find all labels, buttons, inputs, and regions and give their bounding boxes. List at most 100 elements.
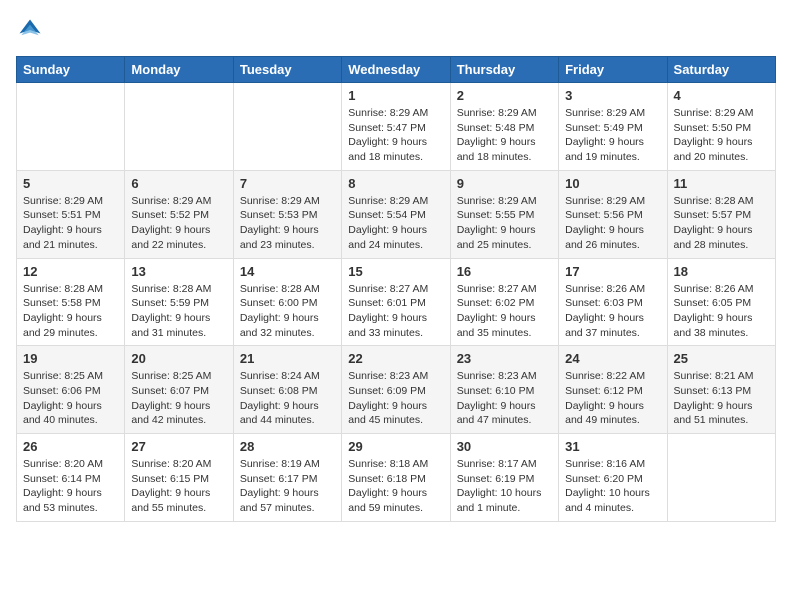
day-cell: 28Sunrise: 8:19 AM Sunset: 6:17 PM Dayli… (233, 434, 341, 522)
day-info: Sunrise: 8:27 AM Sunset: 6:02 PM Dayligh… (457, 282, 552, 341)
day-number: 28 (240, 439, 335, 454)
day-cell: 22 Sunrise: 8:23 AM Sunset: 6:09 PM Dayli… (342, 346, 450, 434)
logo (16, 16, 48, 44)
day-cell: 24Sunrise: 8:22 AM Sunset: 6:12 PM Dayli… (559, 346, 667, 434)
day-cell: 27 Sunrise: 8:20 AM Sunset: 6:15 PM Dayli… (125, 434, 233, 522)
day-number: 27 (131, 439, 226, 454)
day-cell: 30Sunrise: 8:17 AM Sunset: 6:19 PM Dayli… (450, 434, 558, 522)
day-cell: 26 Sunrise: 8:20 AM Sunset: 6:14 PM Dayli… (17, 434, 125, 522)
day-number: 14 (240, 264, 335, 279)
week-row-2: 5 Sunrise: 8:29 AM Sunset: 5:51 PM Daylig… (17, 170, 776, 258)
logo-icon (16, 16, 44, 44)
day-cell: 6 Sunrise: 8:29 AM Sunset: 5:52 PM Daylig… (125, 170, 233, 258)
day-number: 8 (348, 176, 443, 191)
day-cell: 4 Sunrise: 8:29 AM Sunset: 5:50 PM Daylig… (667, 83, 775, 171)
day-number: 31 (565, 439, 660, 454)
day-number: 16 (457, 264, 552, 279)
day-info: Sunrise: 8:29 AM Sunset: 5:51 PM Dayligh… (23, 194, 118, 253)
weekday-header-row: SundayMondayTuesdayWednesdayThursdayFrid… (17, 57, 776, 83)
day-number: 20 (131, 351, 226, 366)
day-number: 6 (131, 176, 226, 191)
day-info: Sunrise: 8:29 AM Sunset: 5:50 PM Dayligh… (674, 106, 769, 165)
week-row-4: 19 Sunrise: 8:25 AM Sunset: 6:06 PM Dayli… (17, 346, 776, 434)
weekday-header-friday: Friday (559, 57, 667, 83)
day-cell: 18 Sunrise: 8:26 AM Sunset: 6:05 PM Dayli… (667, 258, 775, 346)
day-info: Sunrise: 8:20 AM Sunset: 6:15 PM Dayligh… (131, 457, 226, 516)
day-cell: 21Sunrise: 8:24 AM Sunset: 6:08 PM Dayli… (233, 346, 341, 434)
day-info: Sunrise: 8:22 AM Sunset: 6:12 PM Dayligh… (565, 369, 660, 428)
day-cell (125, 83, 233, 171)
day-cell: 23 Sunrise: 8:23 AM Sunset: 6:10 PM Dayli… (450, 346, 558, 434)
day-cell: 29Sunrise: 8:18 AM Sunset: 6:18 PM Dayli… (342, 434, 450, 522)
day-info: Sunrise: 8:29 AM Sunset: 5:48 PM Dayligh… (457, 106, 552, 165)
weekday-header-saturday: Saturday (667, 57, 775, 83)
day-info: Sunrise: 8:21 AM Sunset: 6:13 PM Dayligh… (674, 369, 769, 428)
day-cell (667, 434, 775, 522)
day-number: 2 (457, 88, 552, 103)
day-number: 22 (348, 351, 443, 366)
day-cell: 10Sunrise: 8:29 AM Sunset: 5:56 PM Dayli… (559, 170, 667, 258)
calendar-table: SundayMondayTuesdayWednesdayThursdayFrid… (16, 56, 776, 522)
day-info: Sunrise: 8:29 AM Sunset: 5:55 PM Dayligh… (457, 194, 552, 253)
day-cell: 19 Sunrise: 8:25 AM Sunset: 6:06 PM Dayli… (17, 346, 125, 434)
weekday-header-wednesday: Wednesday (342, 57, 450, 83)
day-cell: 5 Sunrise: 8:29 AM Sunset: 5:51 PM Daylig… (17, 170, 125, 258)
day-number: 9 (457, 176, 552, 191)
day-number: 15 (348, 264, 443, 279)
day-info: Sunrise: 8:27 AM Sunset: 6:01 PM Dayligh… (348, 282, 443, 341)
day-cell: 8 Sunrise: 8:29 AM Sunset: 5:54 PM Daylig… (342, 170, 450, 258)
day-number: 12 (23, 264, 118, 279)
day-number: 29 (348, 439, 443, 454)
day-info: Sunrise: 8:28 AM Sunset: 5:57 PM Dayligh… (674, 194, 769, 253)
day-info: Sunrise: 8:26 AM Sunset: 6:05 PM Dayligh… (674, 282, 769, 341)
day-number: 23 (457, 351, 552, 366)
day-number: 11 (674, 176, 769, 191)
day-number: 13 (131, 264, 226, 279)
day-info: Sunrise: 8:29 AM Sunset: 5:47 PM Dayligh… (348, 106, 443, 165)
day-number: 25 (674, 351, 769, 366)
day-info: Sunrise: 8:23 AM Sunset: 6:10 PM Dayligh… (457, 369, 552, 428)
day-cell: 9 Sunrise: 8:29 AM Sunset: 5:55 PM Daylig… (450, 170, 558, 258)
day-number: 7 (240, 176, 335, 191)
week-row-3: 12 Sunrise: 8:28 AM Sunset: 5:58 PM Dayli… (17, 258, 776, 346)
day-number: 17 (565, 264, 660, 279)
day-cell (233, 83, 341, 171)
day-cell: 7 Sunrise: 8:29 AM Sunset: 5:53 PM Daylig… (233, 170, 341, 258)
day-info: Sunrise: 8:29 AM Sunset: 5:53 PM Dayligh… (240, 194, 335, 253)
day-number: 30 (457, 439, 552, 454)
day-number: 5 (23, 176, 118, 191)
day-info: Sunrise: 8:29 AM Sunset: 5:54 PM Dayligh… (348, 194, 443, 253)
day-cell: 15 Sunrise: 8:27 AM Sunset: 6:01 PM Dayli… (342, 258, 450, 346)
day-cell: 25 Sunrise: 8:21 AM Sunset: 6:13 PM Dayli… (667, 346, 775, 434)
day-info: Sunrise: 8:29 AM Sunset: 5:49 PM Dayligh… (565, 106, 660, 165)
day-cell: 16 Sunrise: 8:27 AM Sunset: 6:02 PM Dayli… (450, 258, 558, 346)
weekday-header-tuesday: Tuesday (233, 57, 341, 83)
day-info: Sunrise: 8:20 AM Sunset: 6:14 PM Dayligh… (23, 457, 118, 516)
day-cell: 11 Sunrise: 8:28 AM Sunset: 5:57 PM Dayli… (667, 170, 775, 258)
day-cell (17, 83, 125, 171)
day-number: 1 (348, 88, 443, 103)
day-number: 3 (565, 88, 660, 103)
day-number: 21 (240, 351, 335, 366)
day-number: 18 (674, 264, 769, 279)
week-row-5: 26 Sunrise: 8:20 AM Sunset: 6:14 PM Dayli… (17, 434, 776, 522)
day-info: Sunrise: 8:28 AM Sunset: 5:58 PM Dayligh… (23, 282, 118, 341)
day-info: Sunrise: 8:16 AM Sunset: 6:20 PM Dayligh… (565, 457, 660, 516)
day-number: 10 (565, 176, 660, 191)
day-number: 4 (674, 88, 769, 103)
day-info: Sunrise: 8:25 AM Sunset: 6:06 PM Dayligh… (23, 369, 118, 428)
weekday-header-thursday: Thursday (450, 57, 558, 83)
day-cell: 1 Sunrise: 8:29 AM Sunset: 5:47 PM Daylig… (342, 83, 450, 171)
page-header (16, 16, 776, 44)
day-cell: 12 Sunrise: 8:28 AM Sunset: 5:58 PM Dayli… (17, 258, 125, 346)
day-info: Sunrise: 8:29 AM Sunset: 5:52 PM Dayligh… (131, 194, 226, 253)
day-info: Sunrise: 8:23 AM Sunset: 6:09 PM Dayligh… (348, 369, 443, 428)
day-info: Sunrise: 8:28 AM Sunset: 6:00 PM Dayligh… (240, 282, 335, 341)
week-row-1: 1 Sunrise: 8:29 AM Sunset: 5:47 PM Daylig… (17, 83, 776, 171)
day-cell: 31 Sunrise: 8:16 AM Sunset: 6:20 PM Dayli… (559, 434, 667, 522)
day-number: 26 (23, 439, 118, 454)
day-number: 19 (23, 351, 118, 366)
day-cell: 20Sunrise: 8:25 AM Sunset: 6:07 PM Dayli… (125, 346, 233, 434)
day-cell: 2 Sunrise: 8:29 AM Sunset: 5:48 PM Daylig… (450, 83, 558, 171)
weekday-header-sunday: Sunday (17, 57, 125, 83)
